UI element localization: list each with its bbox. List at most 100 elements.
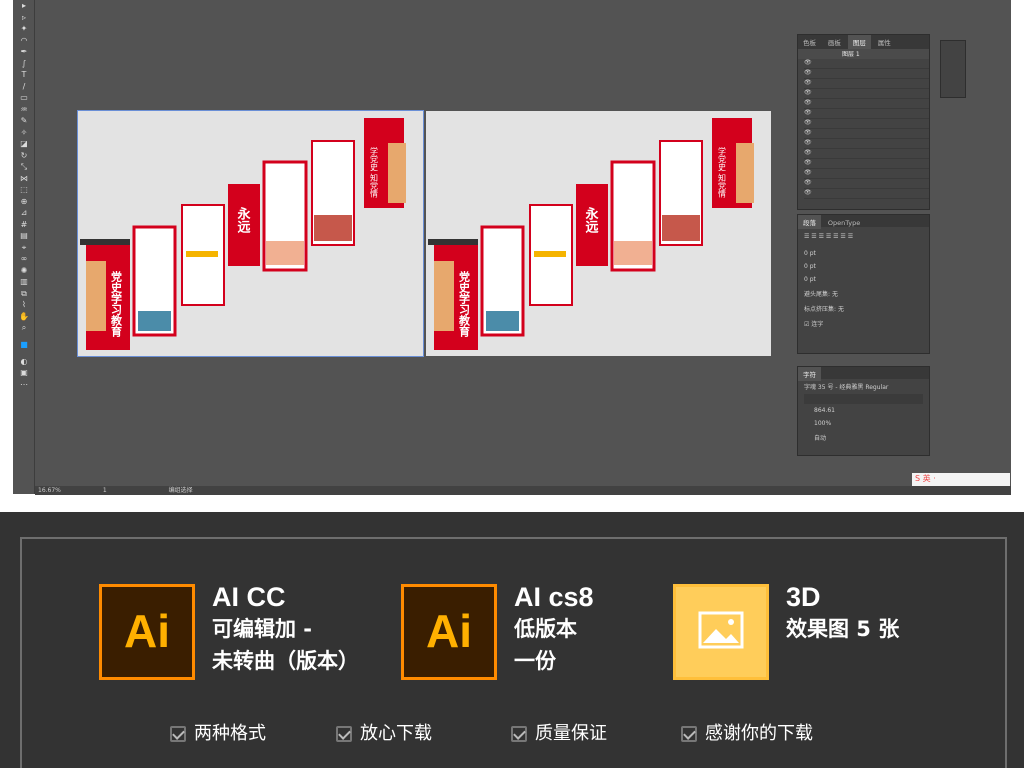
tab-paragraph[interactable]: 段落: [798, 215, 821, 229]
lasso-icon[interactable]: ◠: [13, 35, 35, 47]
zoom-field[interactable]: 16.67%: [38, 487, 61, 494]
scale-icon[interactable]: ⤡: [13, 161, 35, 173]
symbol-sprayer-icon[interactable]: ✺: [13, 265, 35, 277]
more-tools-icon[interactable]: ⋯: [13, 379, 35, 391]
sublayer-row[interactable]: 👁: [804, 169, 929, 179]
sublayer-row[interactable]: 👁: [804, 119, 929, 129]
sublayer-row[interactable]: 👁: [804, 79, 929, 89]
width-icon[interactable]: ⋈: [13, 173, 35, 185]
app: ▸ ▹ ✦ ◠ ✒ ∫ T / ▭ ♒ ✎ ✧ ◪ ↻ ⤡ ⋈ ⬚ ⊕ ⊿ # …: [0, 0, 1024, 768]
indent-row[interactable]: 0 pt: [798, 247, 929, 260]
tool-mode: 编组选择: [168, 487, 193, 494]
hyphen-row[interactable]: ☑ 连字: [798, 316, 929, 331]
tab-character[interactable]: 字符: [798, 367, 821, 381]
shape-builder-icon[interactable]: ⊕: [13, 196, 35, 208]
paragraph-panel[interactable]: 段落 OpenType ☰ ☰ ☰ ☰ ☰ ☰ ☰ 0 pt 0 pt 0 pt…: [797, 214, 930, 354]
sublayer-row[interactable]: 👁: [804, 109, 929, 119]
screen-mode-icon[interactable]: ▣: [13, 367, 35, 379]
tab-layers[interactable]: 图层: [847, 35, 871, 49]
paragraph-tabs: 段落 OpenType: [798, 215, 929, 229]
leading-field[interactable]: 自动: [798, 430, 929, 445]
indent-left-field[interactable]: 0 pt: [804, 250, 816, 257]
sublayer-row[interactable]: 👁: [804, 149, 929, 159]
align-buttons[interactable]: ☰ ☰ ☰ ☰ ☰ ☰ ☰: [798, 233, 929, 247]
ai-cc-line3: 未转曲（版本）: [212, 649, 359, 673]
mesh-icon[interactable]: #: [13, 219, 35, 231]
eyedropper-icon[interactable]: ⌖: [13, 242, 35, 254]
ime-bar[interactable]: S 英 ·: [912, 473, 1010, 487]
hand-icon[interactable]: ✋: [13, 311, 35, 323]
pen-tool-icon[interactable]: ✒: [13, 46, 35, 58]
slice-icon[interactable]: ⌇: [13, 299, 35, 311]
free-transform-icon[interactable]: ⬚: [13, 184, 35, 196]
artboard-2[interactable]: 党史学习教育 永远 学党史 知党情: [426, 111, 771, 356]
selection-tool-icon[interactable]: ▸: [13, 0, 35, 12]
shaper-icon[interactable]: ✧: [13, 127, 35, 139]
layer-row[interactable]: 图层 1: [798, 49, 929, 59]
graph-icon[interactable]: ▥: [13, 276, 35, 288]
dock-icons[interactable]: [940, 40, 966, 98]
rotate-icon[interactable]: ↻: [13, 150, 35, 162]
layers-panel[interactable]: 色板 画板 图层 属性 图层 1 👁 👁 👁 👁 👁 👁 👁 👁 👁 👁 👁 👁…: [797, 34, 930, 210]
avoid-head-label: 避头尾集:: [804, 291, 831, 298]
space-after-field[interactable]: 0 pt: [804, 276, 816, 283]
status-bar: 16.67% 1 编组选择: [35, 486, 1011, 495]
tab-swatches[interactable]: 色板: [798, 35, 821, 49]
features-section: Ai AI CC 可编辑加 - 未转曲（版本） Ai AI cs8 低版本 一份…: [0, 512, 1024, 768]
punct-row[interactable]: 标点挤压集: 无: [798, 301, 929, 316]
sublayer-row[interactable]: 👁: [804, 59, 929, 69]
style-select[interactable]: [804, 394, 923, 404]
rectangle-tool-icon[interactable]: ▭: [13, 92, 35, 104]
tools-panel: ▸ ▹ ✦ ◠ ✒ ∫ T / ▭ ♒ ✎ ✧ ◪ ↻ ⤡ ⋈ ⬚ ⊕ ⊿ # …: [13, 0, 35, 494]
tab-artboards[interactable]: 画板: [823, 35, 846, 49]
feature-label: 两种格式: [194, 723, 266, 744]
space-row[interactable]: 0 pt: [798, 260, 929, 273]
punct-label: 标点挤压集:: [804, 306, 837, 313]
layer-list: 👁 👁 👁 👁 👁 👁 👁 👁 👁 👁 👁 👁 👁 👁: [798, 59, 929, 199]
avoid-head-row[interactable]: 避头尾集: 无: [798, 286, 929, 301]
sublayer-row[interactable]: 👁: [804, 69, 929, 79]
perspective-icon[interactable]: ⊿: [13, 207, 35, 219]
check-icon: [336, 726, 352, 742]
gradient-icon[interactable]: ▤: [13, 230, 35, 242]
size-field[interactable]: 864.61: [798, 404, 929, 417]
type-tool-icon[interactable]: T: [13, 69, 35, 81]
feature-label: 感谢你的下载: [705, 723, 813, 744]
line-tool-icon[interactable]: /: [13, 81, 35, 93]
space-row-2[interactable]: 0 pt: [798, 273, 929, 286]
character-panel[interactable]: 字符 字魂 35 号 - 经典雅黑 Regular 864.61 100% 自动: [797, 366, 930, 456]
image-icon: [698, 611, 744, 649]
font-select[interactable]: 字魂 35 号 - 经典雅黑 Regular: [798, 379, 929, 394]
avoid-head-select[interactable]: 无: [832, 291, 838, 298]
eraser-icon[interactable]: ◪: [13, 138, 35, 150]
artboard-1[interactable]: 党史学习教育 永远 学党史 知党情: [77, 110, 424, 357]
svg-text:学党史 知党情: 学党史 知党情: [718, 146, 727, 199]
paintbrush-icon[interactable]: ♒: [13, 104, 35, 116]
punct-select[interactable]: 无: [838, 306, 844, 313]
sublayer-row[interactable]: 👁: [804, 139, 929, 149]
tab-opentype[interactable]: OpenType: [823, 217, 865, 229]
space-before-field[interactable]: 0 pt: [804, 263, 816, 270]
draw-mode-icon[interactable]: ◐: [13, 356, 35, 368]
artboard-icon[interactable]: ⧉: [13, 288, 35, 300]
ai-cs8-badge: Ai: [401, 584, 497, 680]
sublayer-row[interactable]: 👁: [804, 189, 929, 199]
svg-text:党史学习教育: 党史学习教育: [458, 270, 472, 338]
page-field[interactable]: 1: [103, 487, 107, 494]
curvature-icon[interactable]: ∫: [13, 58, 35, 70]
feature-two-formats: 两种格式: [170, 722, 266, 746]
zoom-icon[interactable]: ⌕: [13, 322, 35, 334]
tab-properties[interactable]: 属性: [873, 35, 896, 49]
fill-stroke-icon[interactable]: ■: [13, 334, 35, 356]
check-icon: [511, 726, 527, 742]
blend-icon[interactable]: ∞: [13, 253, 35, 265]
sublayer-row[interactable]: 👁: [804, 179, 929, 189]
sublayer-row[interactable]: 👁: [804, 99, 929, 109]
sublayer-row[interactable]: 👁: [804, 89, 929, 99]
scale-field[interactable]: 100%: [798, 417, 929, 430]
sublayer-row[interactable]: 👁: [804, 129, 929, 139]
pencil-icon[interactable]: ✎: [13, 115, 35, 127]
direct-selection-tool-icon[interactable]: ▹: [13, 12, 35, 24]
sublayer-row[interactable]: 👁: [804, 159, 929, 169]
magic-wand-icon[interactable]: ✦: [13, 23, 35, 35]
